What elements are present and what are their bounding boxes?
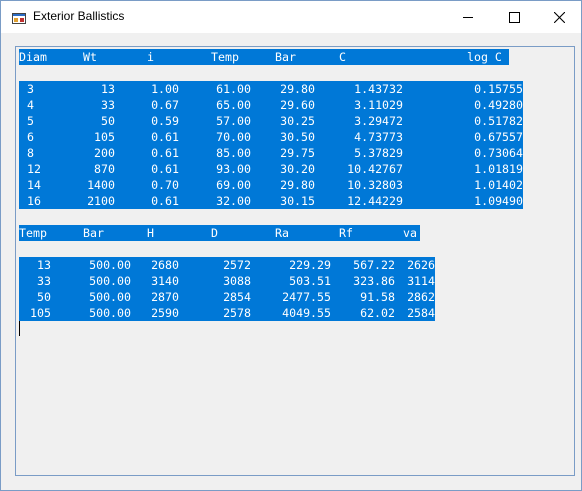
table-row: 5 50 0.59 57.00 30.25 3.29472 0.51782 [19, 113, 523, 129]
column-header: H [147, 226, 154, 240]
column-header: Wt [83, 50, 97, 64]
table-row: 6 105 0.61 70.00 30.50 4.73773 0.67557 [19, 129, 523, 145]
window-title: Exterior Ballistics [33, 9, 125, 23]
output-text: Diam Wt i Temp Bar C log C 3 13 1.00 61.00 2… [19, 49, 523, 321]
table-row: 105 500.00 2590 2578 4049.55 62.02 2584 [19, 305, 435, 321]
table-cell: 0.49280 [474, 98, 523, 112]
table2-rows: 13 500.00 2680 2572 229.29 567.22 2626 33 500.00… [19, 257, 435, 321]
table1-rows: 3 13 1.00 61.00 29.80 1.43732 0.15755 4 33 0.67 65… [19, 81, 523, 209]
table-row: 33 500.00 3140 3088 503.51 323.86 3114 [19, 273, 435, 289]
column-header: va [403, 226, 417, 240]
table1-header-row: Diam Wt i Temp Bar C log C [19, 49, 509, 65]
table2-header-row: Temp Bar H D Ra Rf va [19, 225, 420, 241]
table-cell: 0.15755 [474, 82, 523, 96]
table-row: 3 13 1.00 61.00 29.80 1.43732 0.15755 [19, 81, 523, 97]
maximize-button[interactable] [491, 1, 537, 33]
table-cell: 2862 [407, 290, 435, 304]
column-header: C [339, 50, 346, 64]
selection-highlight [19, 225, 420, 241]
table-row: 4 33 0.67 65.00 29.60 3.11029 0.49280 [19, 97, 523, 113]
table-cell: 3114 [407, 274, 435, 288]
table-row: 50 500.00 2870 2854 2477.55 91.58 2862 [19, 289, 435, 305]
table-cell: 0.51782 [474, 114, 523, 128]
table-row: 12 870 0.61 93.00 30.20 10.42767 1.01819 [19, 161, 523, 177]
maximize-icon [508, 11, 520, 23]
column-header: Temp [211, 50, 239, 64]
table-row: 8 200 0.61 85.00 29.75 5.37829 0.73064 [19, 145, 523, 161]
column-header: Rf [339, 226, 353, 240]
table-cell: 1.01402 [474, 178, 523, 192]
close-button[interactable] [536, 1, 582, 33]
table-cell: 0.67557 [474, 130, 523, 144]
column-header: Ra [275, 226, 289, 240]
column-header: Bar [275, 50, 296, 64]
column-header: Diam [19, 50, 47, 64]
title-bar[interactable]: Exterior Ballistics [1, 1, 581, 33]
minimize-icon [463, 17, 473, 18]
table-row: 13 500.00 2680 2572 229.29 567.22 2626 [19, 257, 435, 273]
table-cell: 1.09490 [474, 194, 523, 208]
table-cell: 0.73064 [474, 146, 523, 160]
app-window: Exterior Ballistics [0, 0, 582, 491]
column-header: Temp [19, 226, 47, 240]
column-header: Bar [83, 226, 104, 240]
column-header: i [147, 50, 154, 64]
table-row: 14 1400 0.70 69.00 29.80 10.32803 1.01402 [19, 177, 523, 193]
minimize-button[interactable] [445, 1, 491, 33]
table-row: 16 2100 0.61 32.00 30.15 12.44229 1.09490 [19, 193, 523, 209]
column-header: log C [467, 50, 502, 64]
table-cell: 2626 [407, 258, 435, 272]
table-cell: 2584 [407, 306, 435, 320]
text-caret [19, 321, 20, 336]
app-icon [12, 10, 26, 24]
column-header: D [211, 226, 218, 240]
table-cell: 1.01819 [474, 162, 523, 176]
close-icon [553, 11, 565, 23]
